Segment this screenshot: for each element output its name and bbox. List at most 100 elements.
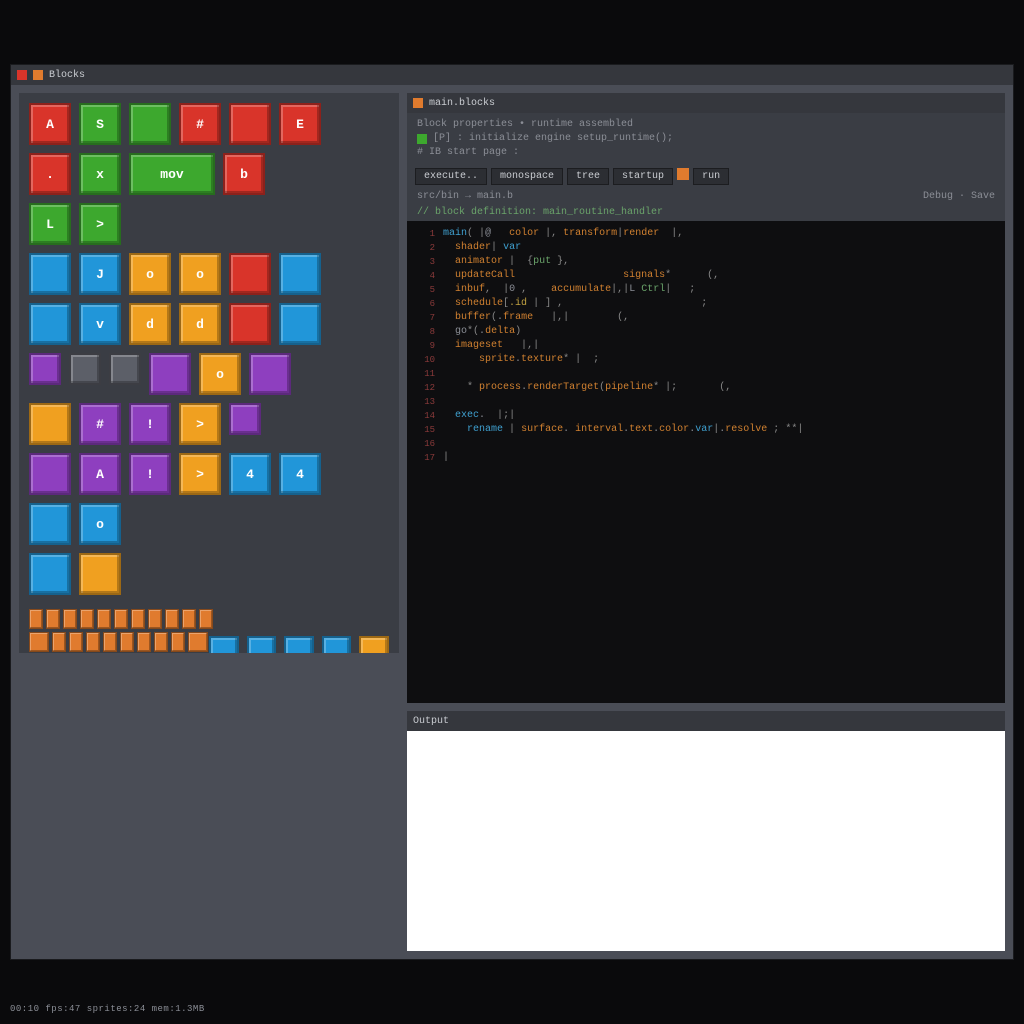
- keyboard-key[interactable]: [46, 609, 60, 629]
- code-text[interactable]: go*(.delta): [443, 325, 521, 339]
- palette-block[interactable]: [29, 253, 71, 295]
- palette-block[interactable]: L: [29, 203, 71, 245]
- code-text[interactable]: rename | surface. interval.text.color.va…: [443, 423, 803, 437]
- code-line[interactable]: 17|: [407, 451, 1005, 465]
- keyboard-key[interactable]: [29, 609, 43, 629]
- code-line[interactable]: 16: [407, 437, 1005, 451]
- palette-block[interactable]: [109, 353, 141, 385]
- palette-block[interactable]: A: [79, 453, 121, 495]
- palette-block[interactable]: !: [129, 453, 171, 495]
- palette-block[interactable]: >: [179, 403, 221, 445]
- keyboard-key[interactable]: [97, 609, 111, 629]
- code-line[interactable]: 3 animator | {put },: [407, 255, 1005, 269]
- palette-block[interactable]: d: [179, 303, 221, 345]
- palette-block[interactable]: J: [79, 253, 121, 295]
- keyboard-key[interactable]: [103, 632, 117, 652]
- keyboard-key[interactable]: [80, 609, 94, 629]
- palette-block[interactable]: [279, 253, 321, 295]
- palette-block[interactable]: mov: [129, 153, 215, 195]
- keyboard-key[interactable]: [63, 609, 77, 629]
- code-text[interactable]: updateCall signals* (,: [443, 269, 719, 283]
- palette-block[interactable]: [129, 103, 171, 145]
- toolbar-run[interactable]: run: [693, 168, 729, 185]
- palette-block[interactable]: [279, 303, 321, 345]
- code-line[interactable]: 1main( |@ color |, transform|render |,: [407, 227, 1005, 241]
- palette-block[interactable]: >: [179, 453, 221, 495]
- palette-block[interactable]: d: [129, 303, 171, 345]
- code-line[interactable]: 14 exec. |;|: [407, 409, 1005, 423]
- toolbar-execute[interactable]: execute..: [415, 168, 487, 185]
- palette-block[interactable]: [247, 636, 277, 653]
- palette-block[interactable]: 4: [229, 453, 271, 495]
- code-text[interactable]: schedule[.id | ] , ;: [443, 297, 707, 311]
- palette-block[interactable]: [79, 553, 121, 595]
- code-line[interactable]: 13: [407, 395, 1005, 409]
- code-text[interactable]: animator | {put },: [443, 255, 569, 269]
- keyboard-key[interactable]: [148, 609, 162, 629]
- palette-block[interactable]: >: [79, 203, 121, 245]
- output-body[interactable]: [407, 731, 1005, 951]
- palette-block[interactable]: .: [29, 153, 71, 195]
- palette-block[interactable]: o: [179, 253, 221, 295]
- keyboard-key[interactable]: [52, 632, 66, 652]
- keyboard-key[interactable]: [154, 632, 168, 652]
- keyboard-key[interactable]: [188, 632, 208, 652]
- palette-block[interactable]: [29, 553, 71, 595]
- palette-block[interactable]: o: [129, 253, 171, 295]
- code-area[interactable]: 1main( |@ color |, transform|render |,2 …: [407, 221, 1005, 703]
- code-text[interactable]: shader| var: [443, 241, 521, 255]
- palette-block[interactable]: 4: [279, 453, 321, 495]
- code-text[interactable]: |: [443, 451, 449, 465]
- code-text[interactable]: inbuf, |0 , accumulate|,|L Ctrl| ;: [443, 283, 695, 297]
- keyboard-key[interactable]: [137, 632, 151, 652]
- palette-block[interactable]: [69, 353, 101, 385]
- code-text[interactable]: * process.renderTarget(pipeline* |; (,: [443, 381, 731, 395]
- toolbar-startup[interactable]: startup: [613, 168, 673, 185]
- palette-block[interactable]: v: [79, 303, 121, 345]
- code-line[interactable]: 4 updateCall signals* (,: [407, 269, 1005, 283]
- palette-block[interactable]: [229, 403, 261, 435]
- run-icon[interactable]: [677, 168, 689, 180]
- window-titlebar[interactable]: Blocks: [11, 65, 1013, 85]
- toolbar-tree[interactable]: tree: [567, 168, 609, 185]
- code-line[interactable]: 6 schedule[.id | ] , ;: [407, 297, 1005, 311]
- code-text[interactable]: imageset |,|: [443, 339, 539, 353]
- palette-block[interactable]: [359, 636, 389, 653]
- minimize-icon[interactable]: [33, 70, 43, 80]
- palette-block[interactable]: [229, 303, 271, 345]
- palette-block[interactable]: [29, 353, 61, 385]
- palette-block[interactable]: x: [79, 153, 121, 195]
- toolbar-font[interactable]: monospace: [491, 168, 563, 185]
- code-text[interactable]: exec. |;|: [443, 409, 515, 423]
- keyboard-key[interactable]: [131, 609, 145, 629]
- code-line[interactable]: 11: [407, 367, 1005, 381]
- code-text[interactable]: main( |@ color |, transform|render |,: [443, 227, 683, 241]
- palette-block[interactable]: !: [129, 403, 171, 445]
- palette-block[interactable]: [322, 636, 352, 653]
- keyboard-key[interactable]: [120, 632, 134, 652]
- code-line[interactable]: 2 shader| var: [407, 241, 1005, 255]
- palette-block[interactable]: E: [279, 103, 321, 145]
- code-line[interactable]: 7 buffer(.frame |,| (,: [407, 311, 1005, 325]
- palette-block[interactable]: [149, 353, 191, 395]
- code-line[interactable]: 10 sprite.texture* | ;: [407, 353, 1005, 367]
- code-line[interactable]: 9 imageset |,|: [407, 339, 1005, 353]
- palette-block[interactable]: o: [79, 503, 121, 545]
- palette-block[interactable]: S: [79, 103, 121, 145]
- keyboard-key[interactable]: [69, 632, 83, 652]
- keyboard-key[interactable]: [86, 632, 100, 652]
- keyboard-key[interactable]: [171, 632, 185, 652]
- palette-block[interactable]: [29, 453, 71, 495]
- code-line[interactable]: 8 go*(.delta): [407, 325, 1005, 339]
- keyboard-key[interactable]: [199, 609, 213, 629]
- palette-block[interactable]: #: [179, 103, 221, 145]
- palette-block[interactable]: [29, 403, 71, 445]
- editor-tab[interactable]: main.blocks: [429, 98, 495, 109]
- code-line[interactable]: 5 inbuf, |0 , accumulate|,|L Ctrl| ;: [407, 283, 1005, 297]
- palette-block[interactable]: o: [199, 353, 241, 395]
- palette-block[interactable]: [249, 353, 291, 395]
- close-icon[interactable]: [17, 70, 27, 80]
- palette-block[interactable]: [229, 253, 271, 295]
- code-line[interactable]: 12 * process.renderTarget(pipeline* |; (…: [407, 381, 1005, 395]
- keyboard-key[interactable]: [29, 632, 49, 652]
